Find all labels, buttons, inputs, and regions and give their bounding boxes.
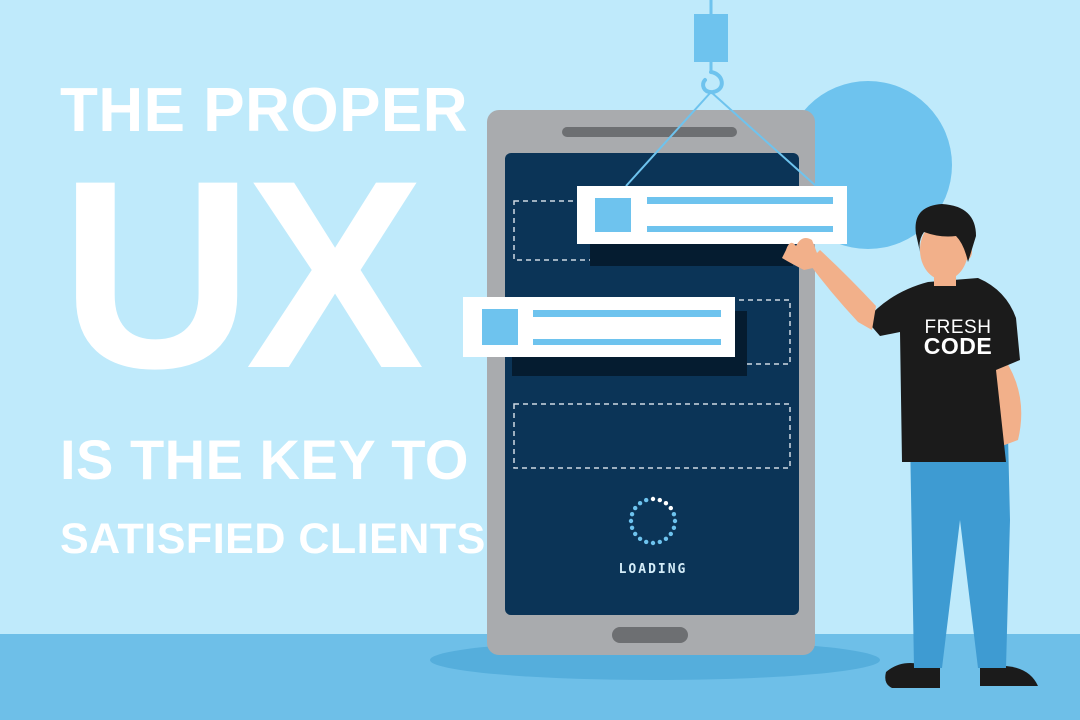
spinner-dot [650,540,656,546]
spinner-dot [637,501,643,506]
spinner-dot [671,525,677,530]
spinner-dot [637,536,643,541]
headline-line-4: SATISFIED CLIENTS [60,515,486,563]
spinner-dot [663,501,669,506]
person-character [782,204,1038,688]
spinner-dot [628,518,634,524]
spinner-dot [633,505,638,511]
phone-speaker [562,127,737,137]
spinner-dot [629,512,635,517]
headline-line-2: UX [60,124,424,424]
spinner-dot [668,505,673,511]
floating-card-top [577,186,847,244]
spinner-dot [644,497,649,503]
spinner-dot [672,518,678,524]
person-legs [910,436,1010,668]
floating-card-middle [463,297,735,357]
spinner-dot [644,539,649,545]
loading-label: LOADING [618,562,688,577]
phone-home-button [612,627,688,643]
spinner-dot [633,531,638,537]
spinner-dot [663,536,669,541]
spinner-dot [657,539,662,545]
spinner-dot [671,512,677,517]
spinner-dot [668,531,673,537]
spinner-dot [629,525,635,530]
shirt-logo-line-2: CODE [923,333,993,359]
hero-banner: THE PROPER UX IS THE KEY TO SATISFIED CL… [0,0,1080,720]
spinner-dot [657,497,662,503]
headline-line-3: IS THE KEY TO [60,428,469,491]
headline: THE PROPER UX IS THE KEY TO SATISFIED CL… [0,0,485,720]
spinner-dot [650,496,656,502]
